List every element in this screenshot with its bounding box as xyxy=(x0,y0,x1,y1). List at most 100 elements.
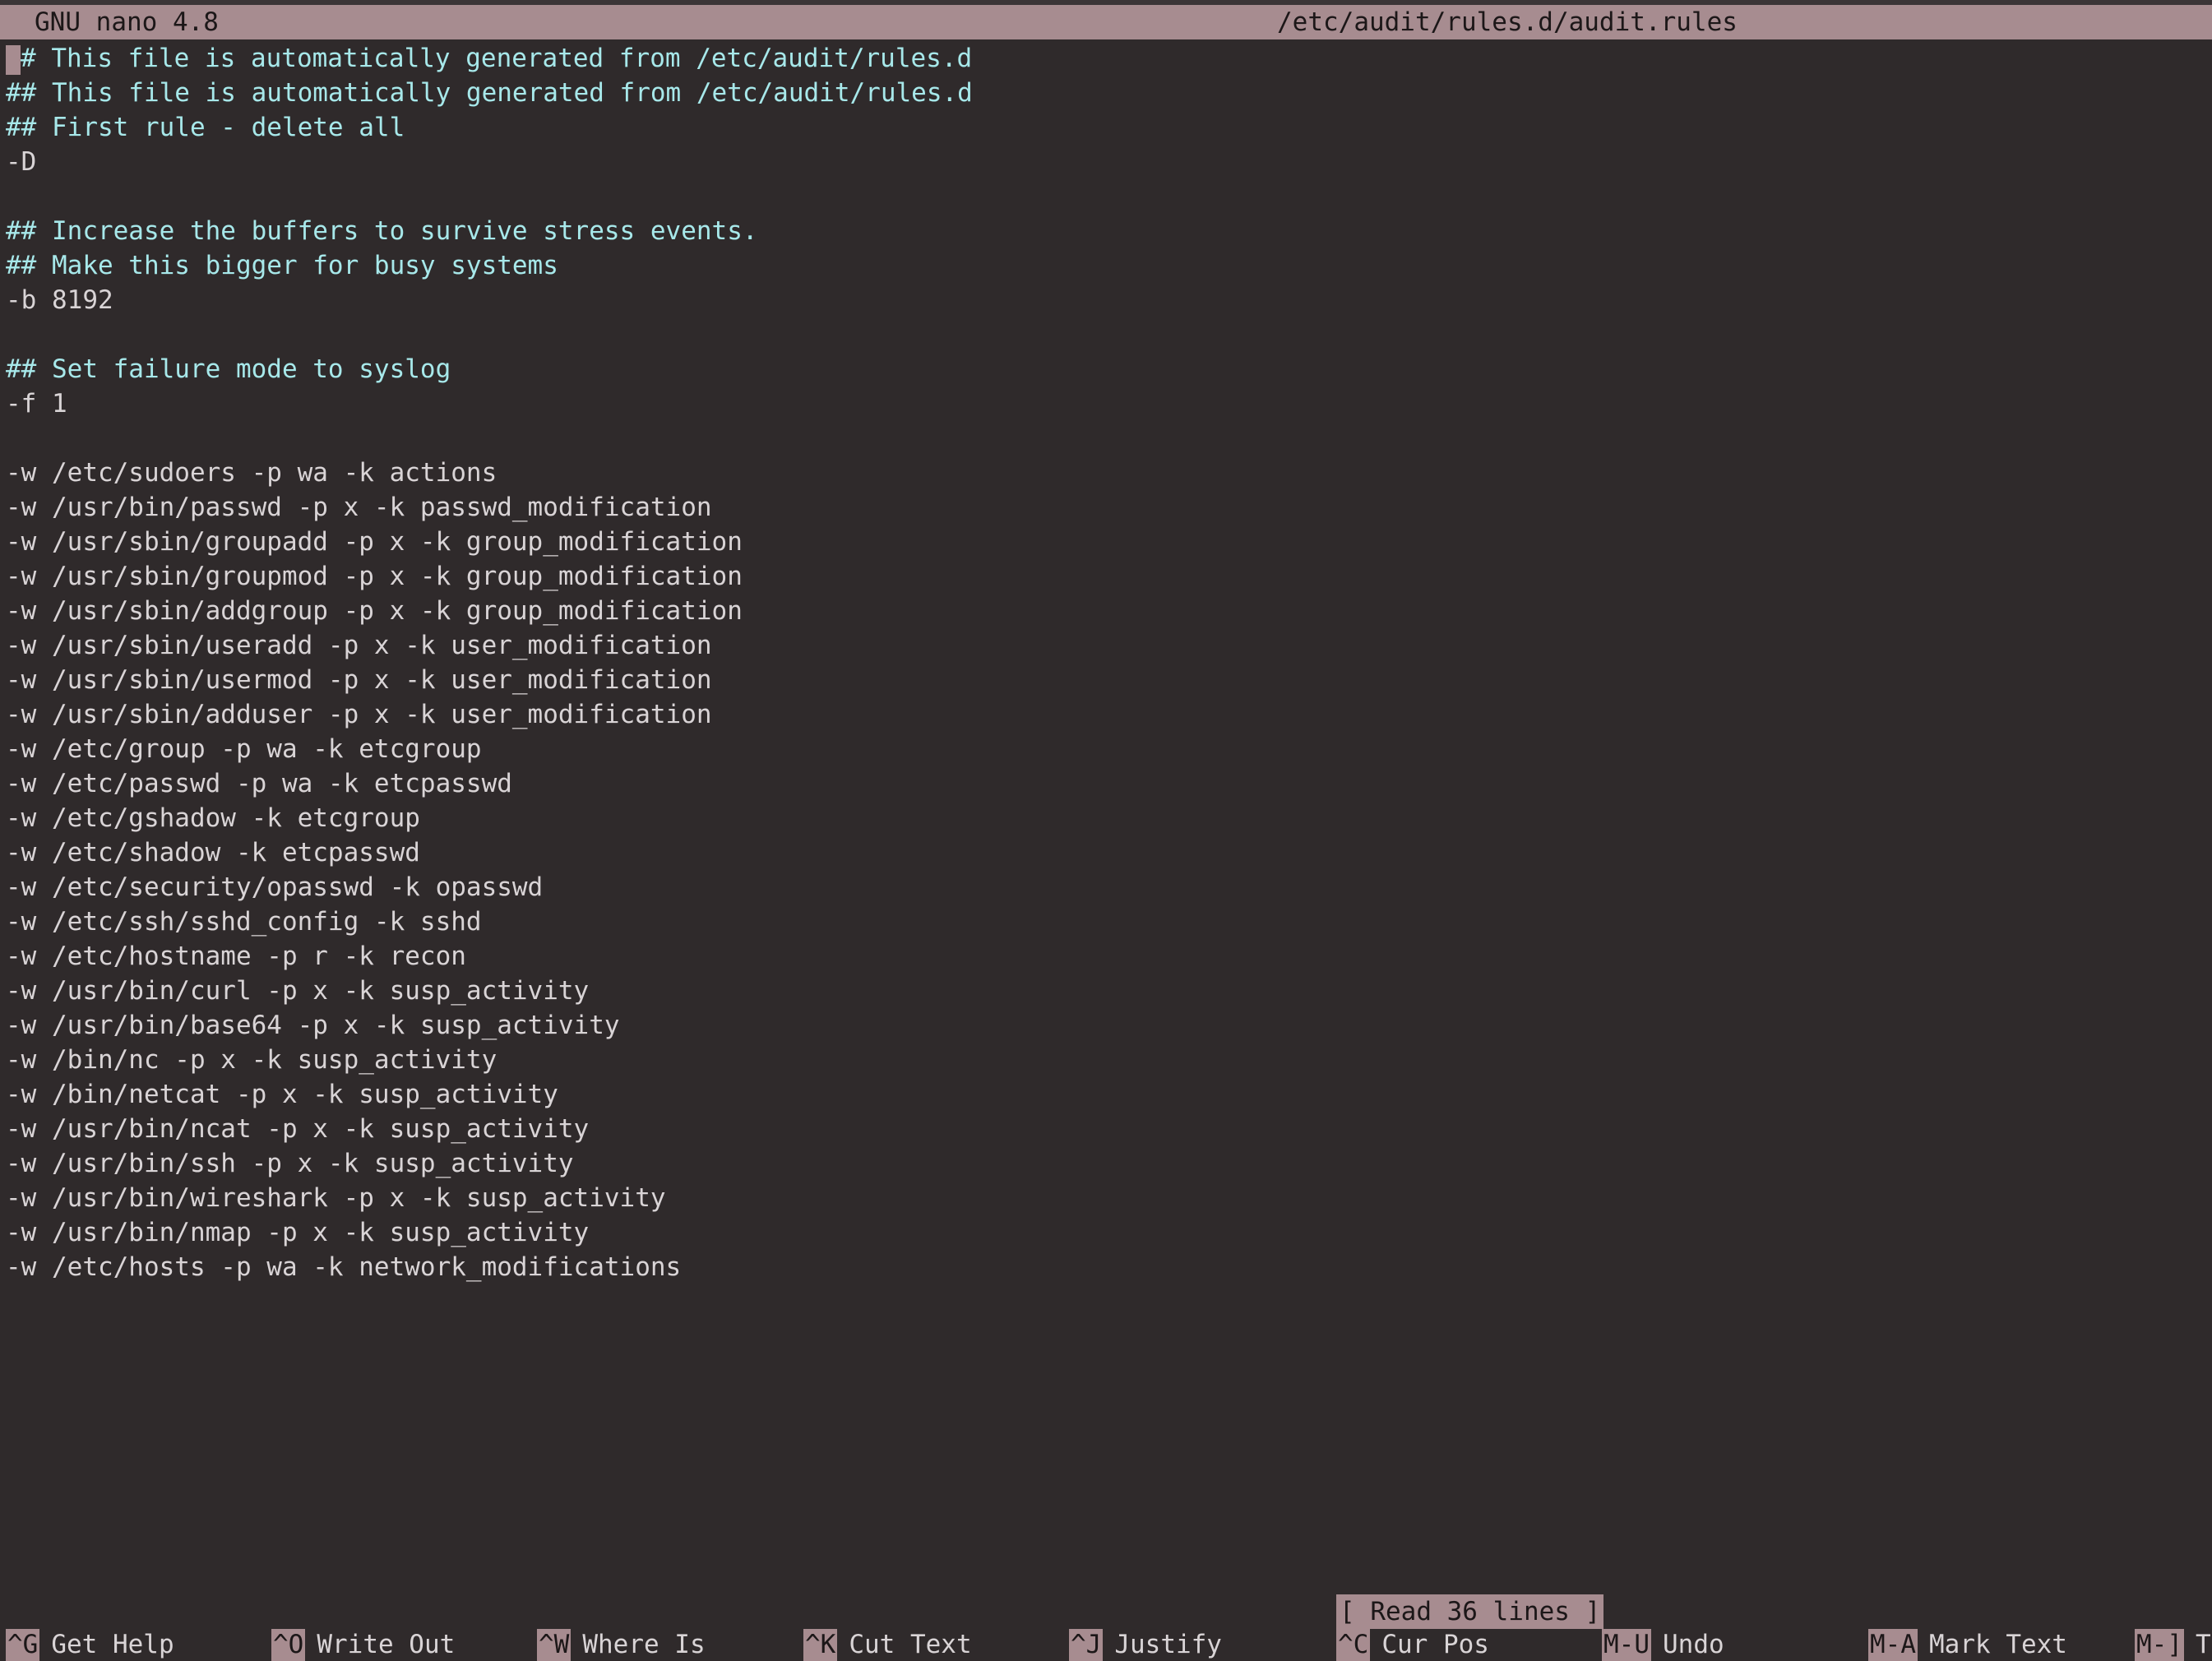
app-version-label: GNU nano 4.8 xyxy=(35,7,219,37)
editor-line-text: -w /usr/bin/curl -p x -k susp_activity xyxy=(6,976,590,1006)
editor-line[interactable]: ## Increase the buffers to survive stres… xyxy=(6,214,2201,248)
editor-line-text: -w /usr/sbin/useradd -p x -k user_modifi… xyxy=(6,631,712,660)
editor-line[interactable]: -w /usr/sbin/adduser -p x -k user_modifi… xyxy=(6,697,2201,732)
text-cursor xyxy=(6,44,21,75)
editor-line-text: -w /etc/passwd -p wa -k etcpasswd xyxy=(6,769,512,798)
editor-line-text: -w /usr/bin/ssh -p x -k susp_activity xyxy=(6,1149,574,1178)
editor-line[interactable]: -w /etc/ssh/sshd_config -k sshd xyxy=(6,905,2201,939)
editor-line[interactable]: -w /usr/bin/base64 -p x -k susp_activity xyxy=(6,1008,2201,1043)
editor-line[interactable]: -w /etc/sudoers -p wa -k actions xyxy=(6,456,2201,490)
shortcut-label: Cur Pos xyxy=(1381,1630,1489,1659)
editor-line-text: -w /usr/sbin/addgroup -p x -k group_modi… xyxy=(6,596,743,626)
editor-line[interactable] xyxy=(6,179,2201,214)
editor-line[interactable]: -w /etc/group -p wa -k etcgroup xyxy=(6,732,2201,766)
editor-line[interactable]: -w /etc/hosts -p wa -k network_modificat… xyxy=(6,1250,2201,1284)
shortcut-key: ^O xyxy=(271,1629,306,1661)
editor-line[interactable]: -w /etc/passwd -p wa -k etcpasswd xyxy=(6,766,2201,801)
shortcut-label: Mark Text xyxy=(1929,1630,2067,1659)
editor-line-text: # This file is automatically generated f… xyxy=(21,44,973,73)
shortcut-label: Justify xyxy=(1114,1630,1222,1659)
editor-line[interactable]: ## Set failure mode to syslog xyxy=(6,352,2201,386)
editor-line-text: -w /usr/sbin/groupadd -p x -k group_modi… xyxy=(6,527,743,557)
editor-line-text: -w /etc/ssh/sshd_config -k sshd xyxy=(6,907,482,937)
shortcut-bar: ^G Get Help ^O Write Out ^W Where Is ^K Cut Tex… xyxy=(0,1629,2212,1661)
editor-line-text: ## First rule - delete all xyxy=(6,113,405,142)
text-editor-area[interactable]: # This file is automatically generated f… xyxy=(6,41,2201,1587)
shortcut-key: M-] xyxy=(2135,1629,2184,1661)
shortcut-label: Undo xyxy=(1663,1630,1724,1659)
editor-line[interactable]: -w /usr/sbin/usermod -p x -k user_modifi… xyxy=(6,663,2201,697)
shortcut-label: T xyxy=(2196,1630,2211,1659)
editor-line[interactable]: -w /usr/sbin/groupadd -p x -k group_modi… xyxy=(6,525,2201,559)
editor-line[interactable]: ## Make this bigger for busy systems xyxy=(6,248,2201,283)
shortcut-label: Write Out xyxy=(317,1630,456,1659)
editor-line-text: -w /usr/bin/passwd -p x -k passwd_modifi… xyxy=(6,493,712,522)
status-message: [ Read 36 lines ] xyxy=(1336,1594,1604,1629)
editor-line[interactable]: -w /etc/shadow -k etcpasswd xyxy=(6,835,2201,870)
editor-line[interactable]: -f 1 xyxy=(6,386,2201,421)
editor-line[interactable] xyxy=(6,421,2201,456)
editor-line[interactable]: -w /usr/sbin/addgroup -p x -k group_modi… xyxy=(6,594,2201,628)
shortcut-item[interactable]: ^O Write Out xyxy=(271,1629,455,1661)
shortcut-item[interactable]: ^G Get Help xyxy=(6,1629,174,1661)
editor-line[interactable]: -w /usr/sbin/groupmod -p x -k group_modi… xyxy=(6,559,2201,594)
shortcut-key: ^C xyxy=(1336,1629,1371,1661)
shortcut-key: M-U xyxy=(1602,1629,1651,1661)
editor-line-text: -w /usr/bin/base64 -p x -k susp_activity xyxy=(6,1011,620,1040)
shortcut-label: Get Help xyxy=(51,1630,174,1659)
editor-line-text: -w /usr/sbin/usermod -p x -k user_modifi… xyxy=(6,665,712,695)
editor-line[interactable]: -w /bin/netcat -p x -k susp_activity xyxy=(6,1077,2201,1112)
shortcut-item[interactable]: ^W Where Is xyxy=(537,1629,706,1661)
editor-line-text: -w /bin/nc -p x -k susp_activity xyxy=(6,1045,497,1075)
editor-line-text: -w /etc/security/opasswd -k opasswd xyxy=(6,872,544,902)
editor-line-text: -w /etc/sudoers -p wa -k actions xyxy=(6,458,497,488)
editor-line[interactable]: -w /etc/hostname -p r -k recon xyxy=(6,939,2201,974)
editor-line-text: -D xyxy=(6,147,37,177)
editor-line[interactable]: -w /bin/nc -p x -k susp_activity xyxy=(6,1043,2201,1077)
editor-line[interactable]: ## This file is automatically generated … xyxy=(6,76,2201,110)
editor-line[interactable] xyxy=(6,317,2201,352)
editor-line-text: -b 8192 xyxy=(6,285,113,315)
shortcut-item[interactable]: M-U Undo xyxy=(1602,1629,1724,1661)
editor-line[interactable]: -w /usr/bin/passwd -p x -k passwd_modifi… xyxy=(6,490,2201,525)
shortcut-item[interactable]: M-] T xyxy=(2135,1629,2211,1661)
editor-line[interactable]: -w /usr/bin/curl -p x -k susp_activity xyxy=(6,974,2201,1008)
nano-title-bar: GNU nano 4.8 /etc/audit/rules.d/audit.ru… xyxy=(0,5,2212,39)
shortcut-key: ^G xyxy=(6,1629,40,1661)
editor-line[interactable]: -w /usr/bin/ncat -p x -k susp_activity xyxy=(6,1112,2201,1146)
editor-line-text: ## Increase the buffers to survive stres… xyxy=(6,216,758,246)
editor-line-text: -w /etc/gshadow -k etcgroup xyxy=(6,803,420,833)
shortcut-key: ^K xyxy=(803,1629,838,1661)
shortcut-item[interactable]: ^K Cut Text xyxy=(803,1629,972,1661)
editor-line[interactable]: -b 8192 xyxy=(6,283,2201,317)
editor-line[interactable]: -w /usr/bin/wireshark -p x -k susp_activ… xyxy=(6,1181,2201,1215)
editor-line-text: -w /usr/sbin/adduser -p x -k user_modifi… xyxy=(6,700,712,729)
editor-line-text: -w /etc/hosts -p wa -k network_modificat… xyxy=(6,1252,682,1282)
editor-line-text: -f 1 xyxy=(6,389,67,419)
shortcut-item[interactable]: M-A Mark Text xyxy=(1868,1629,2067,1661)
shortcut-item[interactable]: ^C Cur Pos xyxy=(1336,1629,1489,1661)
editor-line[interactable]: -D xyxy=(6,145,2201,179)
shortcut-item[interactable]: ^J Justify xyxy=(1069,1629,1222,1661)
editor-line-text: -w /usr/bin/ncat -p x -k susp_activity xyxy=(6,1114,590,1144)
editor-line-text: ## This file is automatically generated … xyxy=(6,78,973,108)
editor-line-text: -w /etc/hostname -p r -k recon xyxy=(6,942,466,971)
editor-line-text: -w /etc/shadow -k etcpasswd xyxy=(6,838,420,868)
editor-line[interactable]: # This file is automatically generated f… xyxy=(6,41,2201,76)
editor-line[interactable]: -w /etc/gshadow -k etcgroup xyxy=(6,801,2201,835)
editor-line[interactable]: -w /etc/security/opasswd -k opasswd xyxy=(6,870,2201,905)
editor-line-text: ## Make this bigger for busy systems xyxy=(6,251,558,280)
editor-line-text: ## Set failure mode to syslog xyxy=(6,354,451,384)
editor-line-text: -w /usr/bin/wireshark -p x -k susp_activ… xyxy=(6,1183,666,1213)
editor-line-text: -w /bin/netcat -p x -k susp_activity xyxy=(6,1080,558,1109)
editor-line[interactable]: ## First rule - delete all xyxy=(6,110,2201,145)
editor-line[interactable]: -w /usr/sbin/useradd -p x -k user_modifi… xyxy=(6,628,2201,663)
editor-line[interactable]: -w /usr/bin/ssh -p x -k susp_activity xyxy=(6,1146,2201,1181)
shortcut-key: M-A xyxy=(1868,1629,1918,1661)
shortcut-key: ^J xyxy=(1069,1629,1104,1661)
shortcut-label: Where Is xyxy=(582,1630,706,1659)
file-path-label: /etc/audit/rules.d/audit.rules xyxy=(1277,7,1738,37)
editor-line[interactable]: -w /usr/bin/nmap -p x -k susp_activity xyxy=(6,1215,2201,1250)
editor-line-text: -w /etc/group -p wa -k etcgroup xyxy=(6,734,482,764)
editor-line-text: -w /usr/bin/nmap -p x -k susp_activity xyxy=(6,1218,590,1247)
